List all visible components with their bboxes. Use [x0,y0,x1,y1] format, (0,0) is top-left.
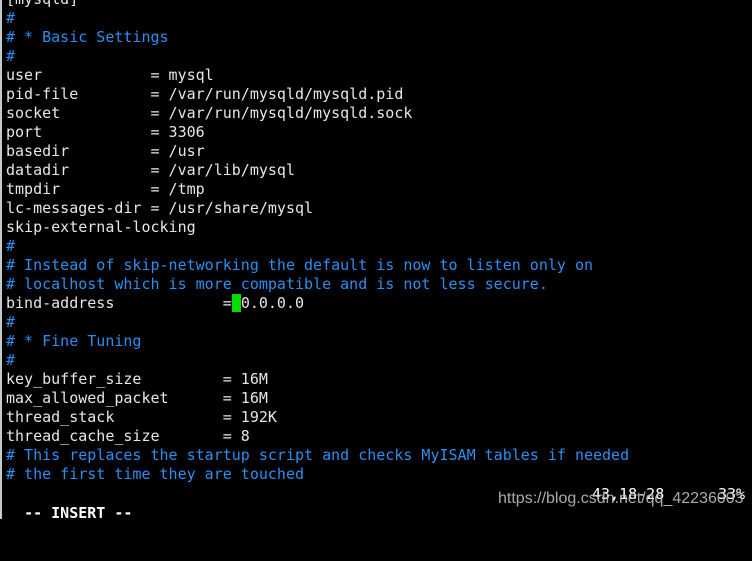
mode-indicator: -- INSERT -- [24,504,133,522]
code-line: max_allowed_packet = 16M [6,389,268,407]
comment-line: # [6,313,16,331]
window-border [0,0,2,519]
code-line: tmpdir = /tmp [6,180,205,198]
comment-line: # This replaces the startup script and c… [6,446,630,464]
comment-line: # [6,237,16,255]
comment-line: # Instead of skip-networking the default… [6,256,593,274]
text-cursor [231,294,241,312]
comment-line: # * Basic Settings [6,28,169,46]
watermark: https://blog.csdn.net/qq_42236003 [498,490,744,507]
code-line: key_buffer_size = 16M [6,370,268,388]
code-line: thread_cache_size = 8 [6,427,250,445]
code-line: pid-file = /var/run/mysqld/mysqld.pid [6,85,404,103]
code-line: socket = /var/run/mysqld/mysqld.sock [6,104,413,122]
comment-line: # * Fine Tuning [6,332,142,350]
comment-line: # [6,47,16,65]
code-line: [mysqld] [6,0,629,9]
code-line: thread_stack = 192K [6,408,277,426]
code-line: datadir = /var/lib/mysql [6,161,295,179]
comment-line: # [6,9,16,27]
comment-line: # [6,351,16,369]
code-line: basedir = /usr [6,142,205,160]
code-line: skip-external-locking [6,218,196,236]
comment-line: # localhost which is more compatible and… [6,275,548,293]
code-line: lc-messages-dir = /usr/share/mysql [6,199,314,217]
code-line: user = mysql [6,66,214,84]
comment-line: # the first time they are touched [6,465,305,483]
vim-editor-buffer[interactable]: [mysqld]## * Basic Settings#user = mysql… [6,0,629,484]
code-line: port = 3306 [6,123,205,141]
code-line: bind-address = 0.0.0.0 [6,294,305,312]
